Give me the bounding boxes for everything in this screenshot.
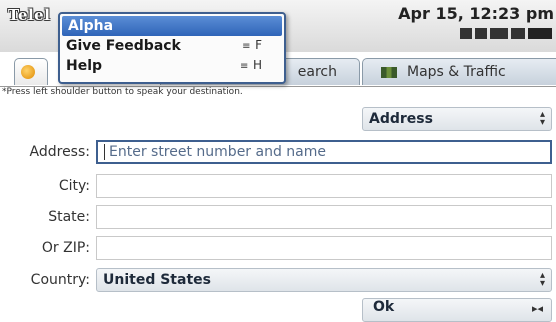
menu-item-give-feedback[interactable]: Give Feedback ≡ F — [60, 36, 284, 56]
popup-menu: Alpha Give Feedback ≡ F Help ≡ H — [58, 12, 286, 84]
address-input[interactable]: Enter street number and name — [96, 140, 552, 164]
app-title: Telel — [8, 6, 51, 24]
tab-home[interactable] — [14, 58, 48, 85]
status-datetime: Apr 15, 12:23 pm — [398, 4, 554, 23]
address-type-select[interactable]: Address ▴ ▾ — [362, 107, 552, 131]
shortcut-key: H — [252, 58, 262, 72]
menu-item-alpha[interactable]: Alpha — [62, 16, 282, 36]
address-placeholder: Enter street number and name — [109, 144, 327, 160]
status-icons — [460, 26, 552, 40]
ok-button[interactable]: Ok ▸◂ — [362, 298, 552, 322]
menu-item-label: Help — [66, 58, 103, 74]
signal-icon — [460, 27, 472, 39]
text-caret — [104, 144, 105, 160]
ok-label: Ok — [373, 299, 395, 315]
app-window: Telel Apr 15, 12:23 pm earch Maps & Traf… — [0, 0, 556, 322]
tab-maps-label: Maps & Traffic — [407, 64, 506, 80]
address-type-value: Address — [369, 111, 433, 127]
menu-key-icon: ≡ — [239, 61, 249, 72]
data-icon — [490, 27, 508, 39]
home-icon — [21, 65, 35, 79]
tab-search-label: earch — [297, 64, 337, 80]
menu-item-label: Give Feedback — [66, 38, 181, 54]
city-label: City: — [58, 178, 90, 194]
zip-row: Or ZIP: — [0, 234, 556, 264]
city-row: City: — [0, 172, 556, 202]
menu-item-help[interactable]: Help ≡ H — [60, 56, 284, 76]
shortcut-hint: ≡ F — [242, 38, 262, 52]
address-row: Address: Enter street number and name — [0, 138, 556, 168]
map-icon — [381, 66, 397, 78]
menu-item-label: Alpha — [68, 18, 114, 34]
up-down-arrow-icon: ▴ ▾ — [539, 270, 545, 289]
voice-hint: *Press left shoulder button to speak you… — [2, 87, 243, 97]
address-label: Address: — [29, 144, 90, 160]
zip-label: Or ZIP: — [41, 240, 90, 256]
state-row: State: — [0, 203, 556, 233]
country-select[interactable]: United States ▴ ▾ — [96, 268, 552, 292]
menu-key-icon: ≡ — [242, 41, 251, 52]
state-label: State: — [48, 209, 90, 225]
shortcut-key: F — [255, 38, 262, 52]
network-icon — [475, 27, 487, 39]
zip-input[interactable] — [96, 236, 552, 260]
up-down-arrow-icon: ▴ ▾ — [539, 109, 545, 128]
state-input[interactable] — [96, 205, 552, 229]
shortcut-hint: ≡ H — [240, 58, 262, 72]
tab-maps-traffic[interactable]: Maps & Traffic — [362, 58, 556, 85]
battery-icon — [528, 27, 552, 39]
bars-icon — [511, 27, 525, 39]
country-row: Country: United States ▴ ▾ — [0, 266, 556, 296]
country-label: Country: — [30, 272, 90, 288]
city-input[interactable] — [96, 174, 552, 198]
chevron-icon: ▸◂ — [531, 302, 543, 315]
country-value: United States — [103, 272, 211, 288]
